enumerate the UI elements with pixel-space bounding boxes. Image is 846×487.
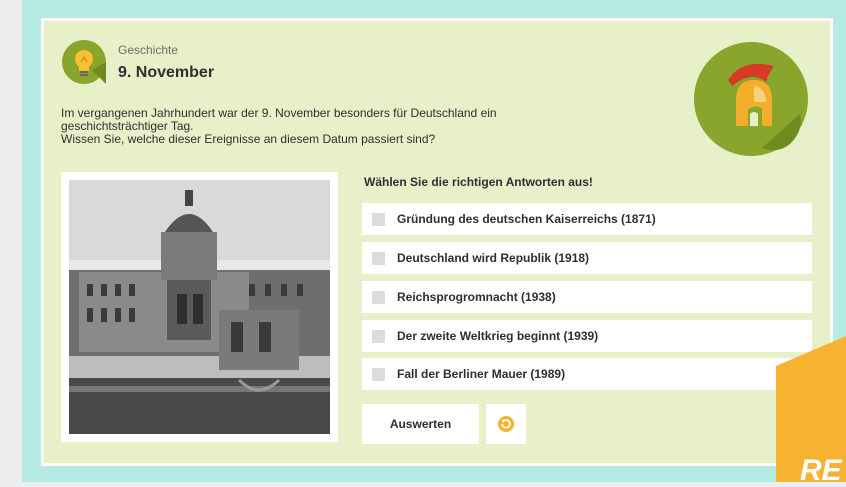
answer-option[interactable]: Deutschland wird Republik (1918) bbox=[362, 242, 812, 274]
historic-photo bbox=[61, 172, 338, 442]
checkbox[interactable] bbox=[372, 212, 385, 226]
lightbulb-icon bbox=[62, 40, 106, 84]
checkbox[interactable] bbox=[372, 251, 385, 265]
answer-option[interactable]: Fall der Berliner Mauer (1989) bbox=[362, 358, 812, 390]
checkbox[interactable] bbox=[372, 290, 385, 304]
answer-label: Deutschland wird Republik (1918) bbox=[397, 251, 590, 265]
reset-icon bbox=[498, 416, 514, 432]
answer-option[interactable]: Der zweite Weltkrieg beginnt (1939) bbox=[362, 320, 812, 352]
intro-line: Wissen Sie, welche dieser Ereignisse an … bbox=[61, 132, 436, 146]
answer-label: Reichsprogromnacht (1938) bbox=[397, 290, 556, 304]
instruction-text: Wählen Sie die richtigen Antworten aus! bbox=[364, 175, 593, 189]
reset-button[interactable] bbox=[486, 404, 526, 444]
answer-label: Gründung des deutschen Kaiserreichs (187… bbox=[397, 212, 656, 226]
helmet-icon bbox=[692, 40, 810, 158]
quiz-intro: Im vergangenen Jahrhundert war der 9. No… bbox=[61, 107, 561, 146]
checkbox[interactable] bbox=[372, 329, 385, 343]
answer-option[interactable]: Gründung des deutschen Kaiserreichs (187… bbox=[362, 203, 812, 235]
badge-text: RE bbox=[800, 454, 843, 482]
quiz-title: 9. November bbox=[118, 64, 215, 81]
category-label: Geschichte bbox=[118, 43, 179, 57]
evaluate-button[interactable]: Auswerten bbox=[362, 404, 479, 444]
checkbox[interactable] bbox=[372, 367, 385, 381]
corner-badge: RE bbox=[776, 336, 846, 487]
answer-label: Der zweite Weltkrieg beginnt (1939) bbox=[397, 329, 599, 343]
answer-option[interactable]: Reichsprogromnacht (1938) bbox=[362, 281, 812, 313]
answer-label: Fall der Berliner Mauer (1989) bbox=[397, 367, 566, 381]
